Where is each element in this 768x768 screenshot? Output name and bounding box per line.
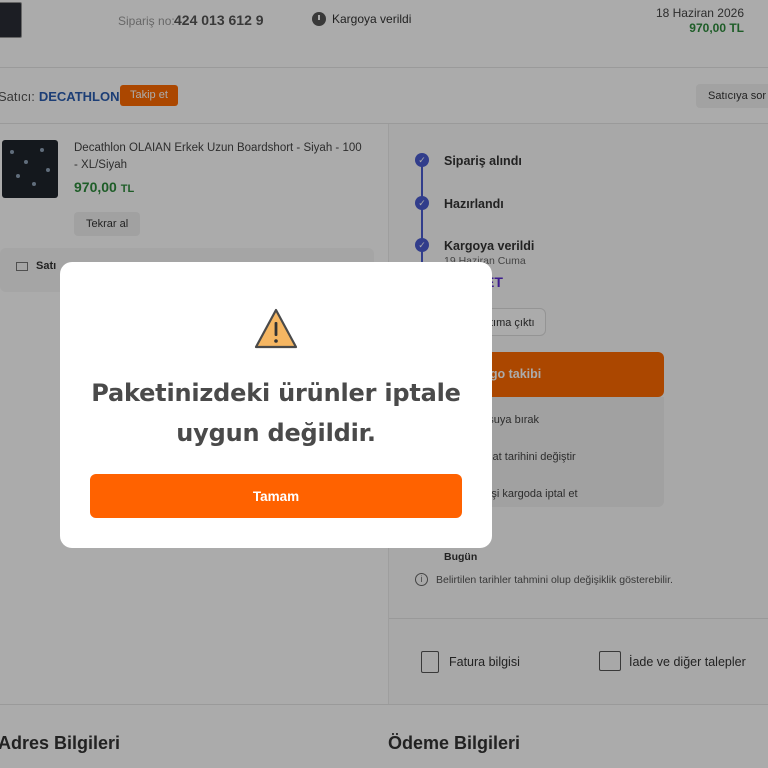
ok-button[interactable]: Tamam: [90, 474, 462, 518]
cancel-not-allowed-dialog: Paketinizdeki ürünler iptale uygun değil…: [60, 262, 492, 548]
dialog-message: Paketinizdeki ürünler iptale uygun değil…: [90, 373, 462, 453]
dialog-message-line2: uygun değildir.: [176, 419, 376, 447]
warning-icon: [254, 308, 298, 349]
dialog-message-line1: Paketinizdeki ürünler iptale: [91, 379, 461, 407]
